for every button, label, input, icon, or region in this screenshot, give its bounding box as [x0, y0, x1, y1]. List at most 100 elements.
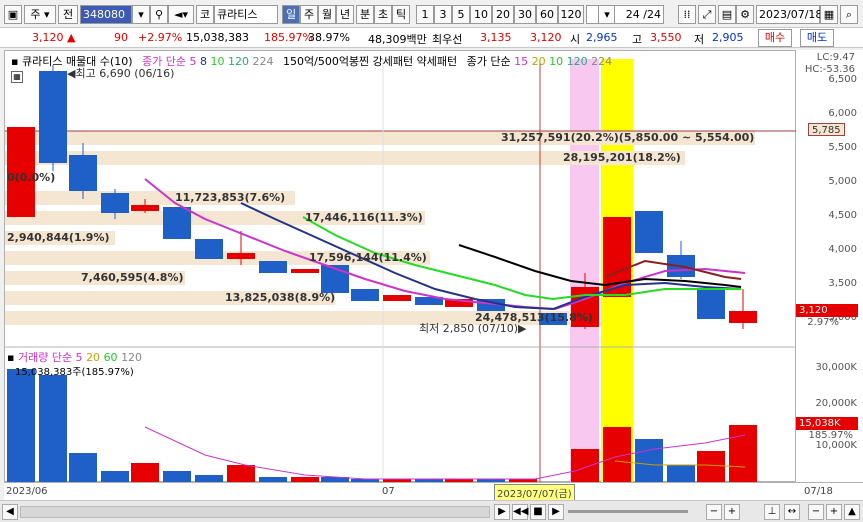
trade-amount: 48,309백만 — [368, 33, 427, 46]
chart-expand-icon[interactable]: ⤢ — [698, 5, 716, 24]
legend-ma2-15: 15 — [514, 55, 529, 68]
volume-bar — [7, 369, 35, 483]
profile-label: 7,460,595(4.8%) — [81, 271, 184, 284]
interval-20[interactable]: 20 — [492, 5, 514, 24]
all-select[interactable]: 전 — [58, 5, 78, 24]
reference-price-tag: 5,785 — [808, 123, 845, 136]
candles — [7, 65, 757, 329]
cursor-date-label: 2023/07/07(금) — [494, 484, 575, 501]
interval-120[interactable]: 120 — [558, 5, 584, 24]
legend-ma2-label: 종가 단순 — [466, 55, 511, 68]
zoom-in-icon[interactable]: + — [724, 504, 740, 520]
scroll-track[interactable] — [20, 506, 490, 518]
profile-label: 11,723,853(7.6%) — [175, 191, 286, 204]
tab-year[interactable]: 년 — [336, 5, 354, 24]
profile-label: 2,940,844(1.9%) — [7, 231, 110, 244]
zoom-icon[interactable]: ⌕ — [840, 5, 858, 24]
highlight-band-pink — [570, 59, 599, 483]
candle — [131, 205, 159, 211]
y-axis: LC:9.47 HC:-53.36 6,500 6,000 5,500 5,00… — [796, 50, 863, 482]
pref-bid: 3,120 — [530, 31, 562, 44]
interval-30[interactable]: 30 — [514, 5, 536, 24]
search-icon[interactable]: ⚲ — [150, 5, 168, 24]
tab-day[interactable]: 일 — [282, 5, 300, 24]
chart-svg — [5, 59, 797, 483]
tab-month[interactable]: 월 — [318, 5, 336, 24]
sell-button[interactable]: 매도 — [800, 29, 834, 47]
legend-ma-8: 8 — [200, 55, 207, 68]
type-label: 주 — [30, 8, 41, 21]
settings-icon[interactable]: ⚙ — [736, 5, 754, 24]
candle — [351, 289, 379, 301]
volume-bar — [729, 425, 757, 483]
profile-label: 13,825,038(8.9%) — [225, 291, 336, 304]
open-label: 시 — [570, 33, 581, 46]
tab-second[interactable]: 초 — [374, 5, 392, 24]
volume-bar — [39, 375, 67, 483]
x-label-end: 07/18 — [804, 486, 833, 497]
volume-bar — [635, 439, 663, 483]
interval-10[interactable]: 10 — [470, 5, 492, 24]
minus-icon[interactable]: − — [808, 504, 824, 520]
y-vol-tick: 30,000K — [815, 362, 857, 373]
volume-bar — [697, 451, 725, 483]
legend-ma-10: 10 — [210, 55, 225, 68]
y-tick: 5,000 — [828, 176, 857, 187]
y-vol-tick: 20,000K — [815, 398, 857, 409]
tab-minute[interactable]: 분 — [356, 5, 374, 24]
stock-code-input[interactable]: 348080 — [80, 5, 132, 24]
zoom-slider[interactable] — [568, 510, 688, 513]
scroll-left-icon[interactable]: ◀ — [2, 504, 18, 520]
triangle-icon[interactable]: ▲ — [844, 504, 860, 520]
legend-icon: ▪ — [11, 55, 19, 68]
volume-pct: 185.97% — [264, 31, 313, 44]
interval-60[interactable]: 60 — [536, 5, 558, 24]
forward-icon[interactable]: ▶ — [548, 504, 564, 520]
profile-label: 17,446,116(11.3%) — [305, 211, 423, 224]
interval-3[interactable]: 3 — [434, 5, 452, 24]
low-label: 저 — [694, 33, 705, 46]
x-axis: 2023/06 07 2023/07/07(금) 07/18 — [4, 482, 863, 501]
tab-tick[interactable]: 틱 — [392, 5, 410, 24]
volume-current-label: 15,038,383주(185.97%) — [15, 367, 134, 378]
plus-icon[interactable]: + — [826, 504, 842, 520]
count-input[interactable]: 24 /24 — [614, 5, 664, 24]
volume-bar — [571, 449, 599, 483]
low-price: 2,905 — [712, 31, 744, 44]
tab-week[interactable]: 주 — [300, 5, 318, 24]
rewind-icon[interactable]: ◀◀ — [512, 504, 528, 520]
candle — [635, 211, 663, 253]
align-icon[interactable]: ⊥ — [764, 504, 780, 520]
stop-icon[interactable]: ■ — [530, 504, 546, 520]
interval-1[interactable]: 1 — [416, 5, 434, 24]
price-chart[interactable]: ▪ 큐라티스 매물대 수(10) 종가 단순 5 8 10 120 224 15… — [4, 50, 797, 483]
table-icon[interactable]: ▦ — [11, 71, 23, 83]
y-tick: 4,500 — [828, 210, 857, 221]
date-input[interactable]: 2023/07/18 — [756, 5, 822, 24]
y-vol-tick: 10,000K — [815, 440, 857, 451]
price-value: 3,120 — [32, 31, 64, 44]
save-icon[interactable]: ▤ — [718, 5, 736, 24]
layout-icon[interactable]: ▣ — [4, 5, 22, 24]
dropdown-icon[interactable]: ▾ — [132, 5, 150, 24]
legend-ma2-224: 224 — [591, 55, 613, 68]
current-price: 3,120 ▲ — [32, 31, 76, 44]
sound-icon[interactable]: ◄▾ — [168, 5, 194, 24]
play-icon[interactable]: ▶ — [494, 504, 510, 520]
zoom-out-icon[interactable]: − — [706, 504, 722, 520]
volume-bar — [69, 453, 97, 483]
x-label-start: 2023/06 — [6, 486, 48, 497]
legend-icon: ▪ — [7, 351, 15, 364]
chart-scrollbar[interactable]: ◀ ▶ ◀◀ ■ ▶ − + ⊥ ↔ − + ▲ — [0, 500, 863, 522]
volume-bar — [227, 465, 255, 483]
y-tick: 4,000 — [828, 244, 857, 255]
grid-icon[interactable]: ⁞⁞ — [678, 5, 696, 24]
interval-5[interactable]: 5 — [452, 5, 470, 24]
reset-icon[interactable]: ↔ — [784, 504, 800, 520]
profile-label: 24,478,513(15.8%) — [475, 311, 593, 324]
type-select[interactable]: 주 ▾ — [24, 5, 56, 24]
market-select[interactable]: 코 — [196, 5, 214, 24]
calendar-icon[interactable]: ▦ — [820, 5, 838, 24]
buy-button[interactable]: 매수 — [758, 29, 792, 47]
candle — [383, 295, 411, 301]
